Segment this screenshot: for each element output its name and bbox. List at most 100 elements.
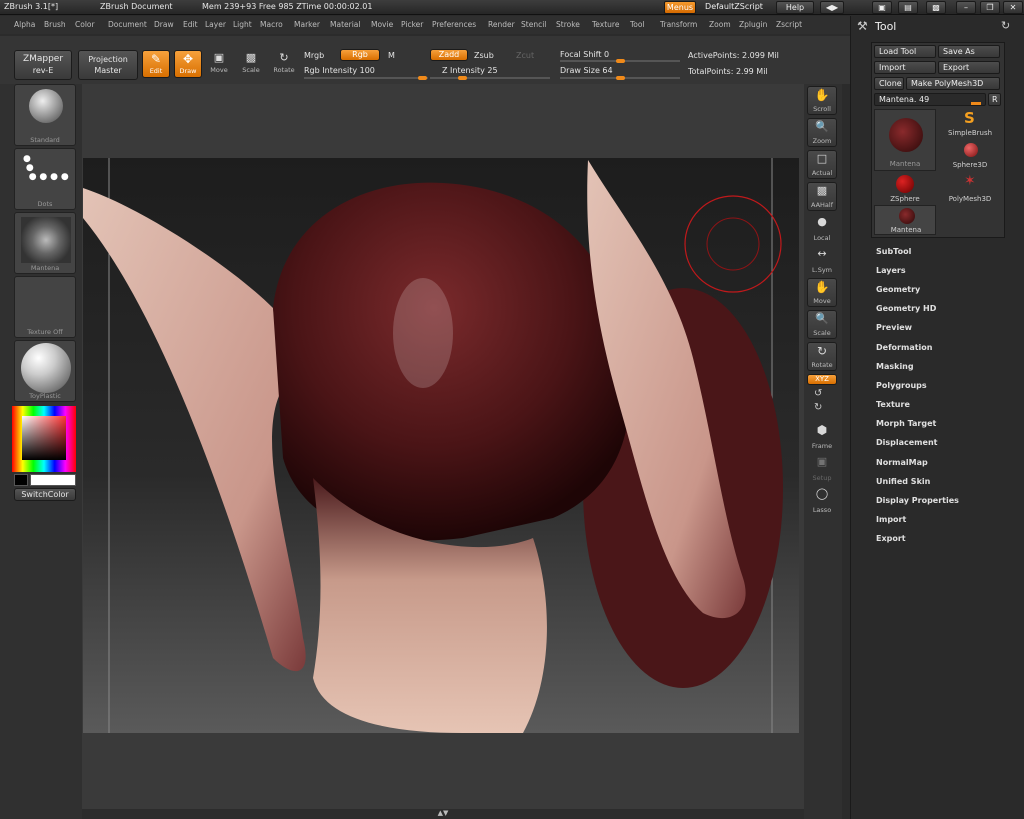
menu-document[interactable]: Document [108, 20, 147, 29]
move-view-button[interactable]: ✋ Move [807, 278, 837, 307]
save-as-button[interactable]: Save As [938, 45, 1000, 58]
minimize-icon[interactable]: – [956, 1, 976, 14]
color-picker[interactable] [12, 406, 76, 472]
texture-off-slot[interactable]: Texture Off [14, 276, 76, 338]
menu-zscript[interactable]: Zscript [776, 20, 802, 29]
section-texture[interactable]: Texture [876, 400, 910, 409]
section-preview[interactable]: Preview [876, 323, 912, 332]
main-color-swatch[interactable] [30, 474, 76, 486]
menu-zplugin[interactable]: Zplugin [739, 20, 767, 29]
layout-a-icon[interactable]: ▣ [872, 1, 892, 14]
tool-thumb-polymesh3d[interactable]: ✶ PolyMesh3D [938, 173, 1002, 203]
section-geometry[interactable]: Geometry [876, 285, 920, 294]
help-button[interactable]: Help [776, 1, 814, 14]
rgb-intensity-slider[interactable] [304, 76, 428, 80]
export-button[interactable]: Export [938, 61, 1000, 74]
actual-button[interactable]: □ Actual [807, 150, 837, 179]
frame-button[interactable]: ⬢ Frame [807, 422, 837, 451]
section-morph-target[interactable]: Morph Target [876, 419, 936, 428]
edit-button[interactable]: ✎ Edit [142, 50, 170, 78]
scroll-button[interactable]: ✋ Scroll [807, 86, 837, 115]
setup-button[interactable]: ▣ Setup [807, 454, 837, 483]
focal-shift-slider[interactable] [560, 59, 680, 63]
lock-icon[interactable]: ▩ [926, 1, 946, 14]
lasso-button[interactable]: ◯ Lasso [807, 486, 837, 515]
menu-edit[interactable]: Edit [183, 20, 198, 29]
section-geometry-hd[interactable]: Geometry HD [876, 304, 936, 313]
menu-brush[interactable]: Brush [44, 20, 66, 29]
menu-zoom[interactable]: Zoom [709, 20, 731, 29]
menu-preferences[interactable]: Preferences [432, 20, 476, 29]
rgb-intensity-knob[interactable] [418, 76, 427, 80]
tool-thumb-mantena[interactable]: Mantena [874, 109, 936, 171]
scale-button[interactable]: ▩ Scale [238, 50, 264, 78]
m-button[interactable]: M [388, 51, 395, 60]
mantena-slider-knob[interactable] [971, 102, 981, 105]
z-intensity-knob[interactable] [458, 76, 467, 80]
draw-size-knob[interactable] [616, 76, 625, 80]
tool-thumb-mantena-small[interactable]: Mantena [874, 205, 936, 235]
clone-button[interactable]: Clone [874, 77, 904, 90]
mantena-slider[interactable]: Mantena. 49 [874, 93, 986, 106]
restore-icon[interactable]: ❐ [980, 1, 1000, 14]
secondary-color-swatch[interactable] [14, 474, 28, 486]
menu-transform[interactable]: Transform [660, 20, 697, 29]
local-button[interactable]: ● Local [807, 214, 837, 243]
draw-size-slider[interactable] [560, 76, 680, 80]
section-export[interactable]: Export [876, 534, 906, 543]
menus-button[interactable]: Menus [664, 1, 696, 14]
document-canvas[interactable] [83, 158, 799, 733]
refresh-icon[interactable]: ↻ [1001, 19, 1010, 32]
menu-picker[interactable]: Picker [401, 20, 423, 29]
menu-render[interactable]: Render [488, 20, 515, 29]
rotate-button[interactable]: ↻ Rotate [270, 50, 298, 78]
default-zscript-button[interactable]: DefaultZScript [698, 1, 770, 14]
menu-macro[interactable]: Macro [260, 20, 283, 29]
tool-thumb-zsphere[interactable]: ZSphere [874, 173, 936, 203]
zcut-button[interactable]: Zcut [516, 51, 534, 60]
section-displacement[interactable]: Displacement [876, 438, 937, 447]
section-layers[interactable]: Layers [876, 266, 906, 275]
make-polymesh-button[interactable]: Make PolyMesh3D [906, 77, 1000, 90]
layout-prev-icon[interactable]: ◀▶ [820, 1, 844, 14]
color-picker-square[interactable] [22, 416, 66, 460]
close-icon[interactable]: ✕ [1003, 1, 1023, 14]
menu-texture[interactable]: Texture [592, 20, 619, 29]
section-import[interactable]: Import [876, 515, 906, 524]
zadd-button[interactable]: Zadd [430, 49, 468, 61]
section-unified-skin[interactable]: Unified Skin [876, 477, 930, 486]
menu-movie[interactable]: Movie [371, 20, 393, 29]
mrgb-button[interactable]: Mrgb [304, 51, 324, 60]
focal-shift-knob[interactable] [616, 59, 625, 63]
projection-master-button[interactable]: Projection Master [78, 50, 138, 80]
rotate-view-button[interactable]: ↻ Rotate [807, 342, 837, 371]
section-polygroups[interactable]: Polygroups [876, 381, 927, 390]
menu-material[interactable]: Material [330, 20, 360, 29]
section-normalmap[interactable]: NormalMap [876, 458, 928, 467]
zsub-button[interactable]: Zsub [474, 51, 494, 60]
zmapper-button[interactable]: ZMapper rev-E [14, 50, 72, 80]
menu-layer[interactable]: Layer [205, 20, 226, 29]
stroke-dots-slot[interactable]: ● ● ● ● ● ● Dots [14, 148, 76, 210]
alpha-mantena-slot[interactable]: Mantena [14, 212, 76, 274]
menu-stroke[interactable]: Stroke [556, 20, 580, 29]
xyz-button[interactable]: XYZ [807, 374, 837, 385]
import-button[interactable]: Import [874, 61, 936, 74]
rgb-button[interactable]: Rgb [340, 49, 380, 61]
tool-thumb-simplebrush[interactable]: S SimpleBrush [938, 109, 1002, 139]
draw-button[interactable]: ✥ Draw [174, 50, 202, 78]
r-button[interactable]: R [988, 93, 1001, 106]
move-button[interactable]: ▣ Move [206, 50, 232, 78]
material-toyplastic-slot[interactable]: ToyPlastic [14, 340, 76, 402]
menu-color[interactable]: Color [75, 20, 95, 29]
expand-arrows-icon[interactable]: ▲▼ [432, 809, 454, 817]
rotate-z-icon[interactable]: ↻ [814, 402, 822, 413]
menu-light[interactable]: Light [233, 20, 252, 29]
lsym-button[interactable]: ↔ L.Sym [807, 246, 837, 275]
menu-draw[interactable]: Draw [154, 20, 174, 29]
section-masking[interactable]: Masking [876, 362, 914, 371]
tool-thumb-sphere3d[interactable]: Sphere3D [938, 141, 1002, 171]
menu-alpha[interactable]: Alpha [14, 20, 35, 29]
zoom-button[interactable]: 🔍 Zoom [807, 118, 837, 147]
rotate-y-icon[interactable]: ↺ [814, 388, 822, 399]
